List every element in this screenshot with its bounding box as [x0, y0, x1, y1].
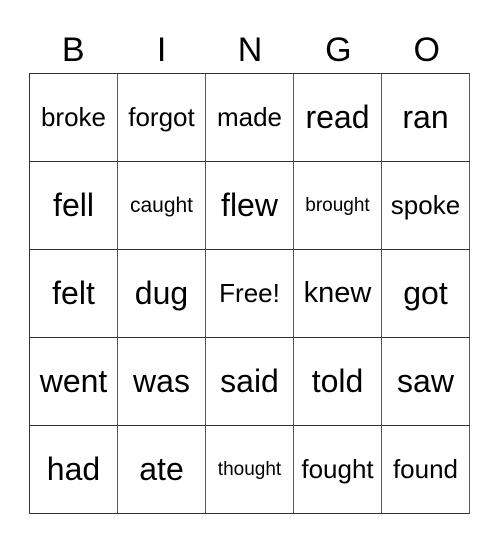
- bingo-header: B I N G O: [29, 28, 471, 72]
- header-letter-b: B: [61, 31, 85, 69]
- bingo-cell[interactable]: fought: [294, 426, 382, 514]
- bingo-cell[interactable]: told: [294, 338, 382, 426]
- bingo-cell[interactable]: found: [382, 426, 470, 514]
- header-letter-n: N: [237, 31, 263, 69]
- free-space-cell[interactable]: Free!: [206, 250, 294, 338]
- bingo-cell[interactable]: made: [206, 74, 294, 162]
- bingo-cell[interactable]: broke: [30, 74, 118, 162]
- bingo-cell[interactable]: had: [30, 426, 118, 514]
- bingo-cell[interactable]: ate: [118, 426, 206, 514]
- bingo-cell[interactable]: caught: [118, 162, 206, 250]
- bingo-cell[interactable]: felt: [30, 250, 118, 338]
- bingo-cell[interactable]: ran: [382, 74, 470, 162]
- bingo-cell[interactable]: was: [118, 338, 206, 426]
- bingo-cell[interactable]: got: [382, 250, 470, 338]
- bingo-cell[interactable]: thought: [206, 426, 294, 514]
- header-letter-o: O: [413, 31, 440, 69]
- bingo-cell[interactable]: saw: [382, 338, 470, 426]
- bingo-cell[interactable]: knew: [294, 250, 382, 338]
- bingo-cell[interactable]: forgot: [118, 74, 206, 162]
- bingo-cell[interactable]: read: [294, 74, 382, 162]
- bingo-cell[interactable]: said: [206, 338, 294, 426]
- bingo-cell[interactable]: spoke: [382, 162, 470, 250]
- bingo-cell[interactable]: brought: [294, 162, 382, 250]
- bingo-cell[interactable]: dug: [118, 250, 206, 338]
- header-letter-i: I: [156, 31, 167, 69]
- bingo-board: broke forgot made read ran fell caught f…: [29, 73, 470, 514]
- bingo-cell[interactable]: flew: [206, 162, 294, 250]
- bingo-cell[interactable]: went: [30, 338, 118, 426]
- header-letter-g: G: [325, 31, 352, 69]
- bingo-cell[interactable]: fell: [30, 162, 118, 250]
